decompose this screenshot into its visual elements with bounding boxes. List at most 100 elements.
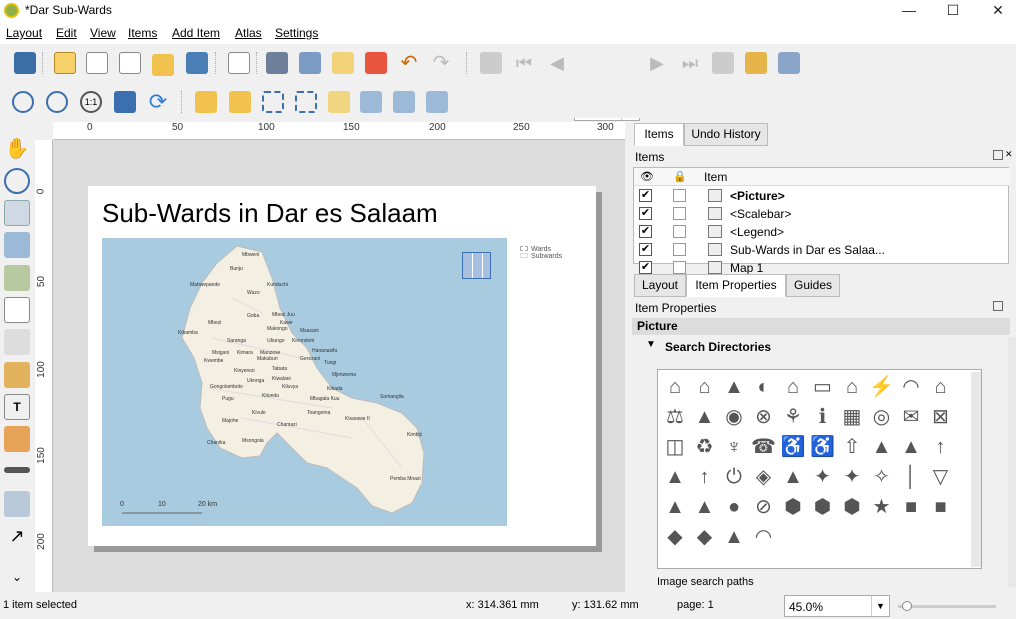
menu-edit[interactable]: Edit (56, 26, 77, 40)
visibility-checkbox[interactable]: ✔ (639, 261, 652, 274)
tab-layout[interactable]: Layout (634, 274, 686, 297)
svg-symbol-icon[interactable]: ◆ (662, 524, 688, 550)
select-move-icon[interactable] (4, 200, 30, 226)
add-page-item-icon[interactable] (4, 297, 30, 323)
svg-symbol-icon[interactable]: ⌂ (662, 374, 688, 400)
svg-symbol-icon[interactable]: ✉ (898, 404, 924, 430)
menu-layout[interactable]: Layout (6, 26, 42, 40)
zoom-slider-handle[interactable] (902, 601, 912, 611)
item-row[interactable]: ✔ <Scalebar> (634, 205, 1010, 223)
selected-picture-item[interactable] (462, 252, 491, 279)
layout-manager-icon[interactable] (119, 52, 141, 74)
lock-checkbox[interactable] (673, 243, 686, 256)
svg-symbol-icon[interactable]: ☎ (751, 434, 777, 460)
tab-items[interactable]: Items (634, 123, 684, 146)
search-directories-group[interactable]: Search Directories (665, 340, 771, 354)
add-shape-icon[interactable] (4, 491, 30, 517)
menu-view[interactable]: View (90, 26, 116, 40)
float-panel-icon[interactable] (993, 301, 1003, 311)
close-panel-icon[interactable]: ✕ (1005, 150, 1015, 160)
unlock-items-icon[interactable] (229, 91, 251, 113)
legend-item[interactable]: Wards Subwards (520, 246, 562, 260)
move-content-icon[interactable] (4, 232, 30, 258)
svg-symbol-icon[interactable]: ⌂ (928, 374, 954, 400)
add-picture-icon[interactable] (4, 362, 30, 388)
tab-undo-history[interactable]: Undo History (684, 123, 768, 146)
svg-symbol-icon[interactable]: ▲ (721, 524, 747, 550)
svg-symbol-icon[interactable]: ⌂ (839, 374, 865, 400)
svg-symbol-icon[interactable]: ★ (869, 494, 895, 520)
previous-feature-icon[interactable]: ◀ (546, 52, 568, 74)
zoom-out-icon[interactable] (46, 91, 68, 113)
visibility-checkbox[interactable]: ✔ (639, 207, 652, 220)
raise-items-icon[interactable] (328, 91, 350, 113)
save-template-icon[interactable] (186, 52, 208, 74)
svg-symbol-icon[interactable]: ⬢ (780, 494, 806, 520)
svg-symbol-icon[interactable]: ⬢ (810, 494, 836, 520)
tab-item-properties[interactable]: Item Properties (686, 274, 786, 297)
undo-icon[interactable]: ↶ (398, 52, 420, 74)
svg-symbol-icon[interactable]: ▲ (662, 464, 688, 490)
menu-atlas[interactable]: Atlas (235, 26, 262, 40)
export-image-icon[interactable] (299, 52, 321, 74)
item-row[interactable]: ✔ <Legend> (634, 223, 1010, 241)
svg-symbol-icon[interactable]: ♆ (721, 434, 747, 460)
svg-symbol-icon[interactable]: ♿ (780, 434, 806, 460)
map-title-label[interactable]: Sub-Wards in Dar es Salaam (102, 198, 438, 229)
add-scalebar-icon[interactable] (4, 467, 30, 473)
refresh-icon[interactable]: ⟳ (147, 91, 169, 113)
atlas-preview-icon[interactable] (480, 52, 502, 74)
lock-checkbox[interactable] (673, 207, 686, 220)
minimize-button[interactable]: — (886, 0, 932, 22)
save-icon[interactable] (14, 52, 36, 74)
svg-symbol-icon[interactable]: ● (721, 494, 747, 520)
svg-symbol-icon[interactable]: ▭ (810, 374, 836, 400)
maximize-button[interactable]: ☐ (930, 0, 976, 22)
float-panel-icon[interactable] (993, 150, 1003, 160)
add-legend-icon[interactable] (4, 426, 30, 452)
svg-symbol-icon[interactable]: ⏻ (721, 464, 747, 490)
svg-symbol-icon[interactable]: ▲ (662, 494, 688, 520)
svg-symbol-icon[interactable]: │ (898, 464, 924, 490)
svg-symbol-icon[interactable]: ♿ (810, 434, 836, 460)
svg-symbol-icon[interactable]: ◉ (721, 404, 747, 430)
svg-symbol-icon[interactable]: ▲ (780, 464, 806, 490)
svg-symbol-icon[interactable]: ⇧ (839, 434, 865, 460)
svg-symbol-icon[interactable]: ◠ (751, 524, 777, 550)
properties-scrollbar[interactable] (1008, 337, 1016, 587)
add-label-icon[interactable]: T (4, 394, 30, 420)
open-template-icon[interactable] (152, 54, 174, 76)
svg-symbol-icon[interactable]: ⚡ (869, 374, 895, 400)
svg-symbol-icon[interactable]: ⌂ (780, 374, 806, 400)
zoom-actual-icon[interactable]: 1:1 (80, 91, 102, 113)
export-atlas-icon[interactable] (745, 52, 767, 74)
export-pdf-icon[interactable] (365, 52, 387, 74)
menu-items[interactable]: Items (128, 26, 157, 40)
map-item[interactable]: 0 10 20 km Mbweni Bunju Mabwepande Kunduchi… (102, 238, 507, 526)
svg-symbol-icon[interactable]: ▲ (692, 494, 718, 520)
last-feature-icon[interactable]: ⏭ (679, 52, 701, 74)
svg-symbol-icon[interactable]: ▲ (692, 404, 718, 430)
svg-symbol-icon[interactable]: ⊗ (751, 404, 777, 430)
svg-symbol-icon[interactable]: ↑ (692, 464, 718, 490)
layout-page[interactable]: Sub-Wards in Dar es Salaam 0 10 20 km Mb… (88, 186, 596, 546)
export-svg-icon[interactable] (332, 52, 354, 74)
visibility-checkbox[interactable]: ✔ (639, 225, 652, 238)
new-layout-icon[interactable] (54, 52, 76, 74)
lock-checkbox[interactable] (673, 225, 686, 238)
item-row[interactable]: ✔ <Picture> (634, 187, 1010, 205)
zoom-in-icon[interactable] (12, 91, 34, 113)
item-row[interactable]: ✔ Sub-Wards in Dar es Salaa... (634, 241, 1010, 259)
svg-symbol-icon[interactable]: ■ (898, 494, 924, 520)
svg-symbol-icon[interactable]: ▲ (898, 434, 924, 460)
zoom-full-icon[interactable] (114, 91, 136, 113)
distribute-items-icon[interactable] (393, 91, 415, 113)
svg-symbol-icon[interactable]: ■ (928, 494, 954, 520)
tab-guides[interactable]: Guides (786, 274, 840, 297)
lock-items-icon[interactable] (195, 91, 217, 113)
group-items-icon[interactable] (262, 91, 284, 113)
svg-symbol-icon[interactable]: ◠ (898, 374, 924, 400)
zoom-tool-icon[interactable] (4, 168, 30, 194)
svg-symbol-icon[interactable]: ◎ (869, 404, 895, 430)
edit-nodes-icon[interactable] (4, 265, 30, 291)
